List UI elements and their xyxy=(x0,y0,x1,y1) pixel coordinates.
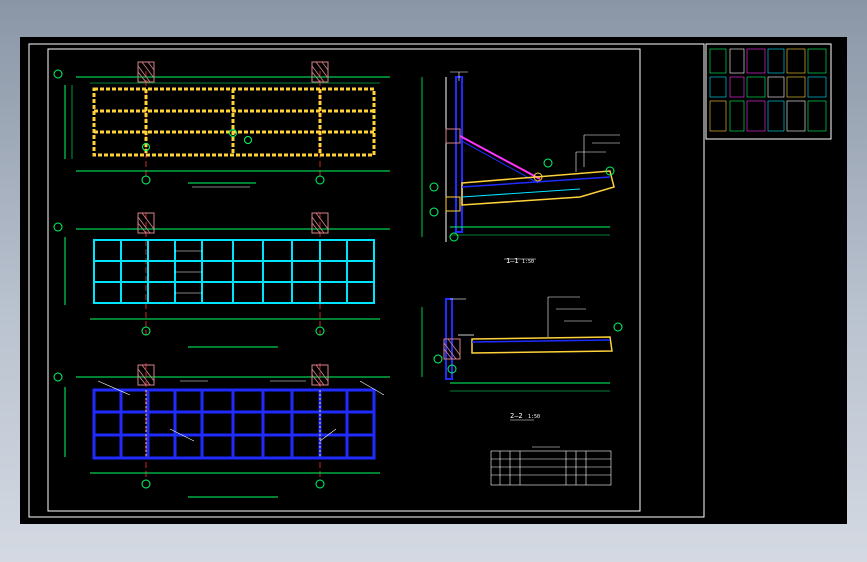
axis-bubble-icon xyxy=(53,69,63,79)
section-2-2-scale: 1:50 xyxy=(528,414,540,420)
section-1-1-title: 1—1 xyxy=(506,257,519,265)
axis-bubble-icon xyxy=(429,182,439,192)
section-2-2-detail[interactable]: 2—2 1:50 xyxy=(421,296,623,421)
axis-bubble-icon xyxy=(449,232,459,242)
axis-bubble-icon xyxy=(613,322,623,332)
axis-bubble-icon xyxy=(315,479,325,489)
plan-slab-layout[interactable] xyxy=(53,363,390,498)
axis-bubble-icon xyxy=(53,372,63,382)
cad-drawing: 1—1 1:50 2—2 1:50 xyxy=(28,43,832,518)
sheet-index-panel[interactable] xyxy=(705,43,832,140)
axis-bubble-icon xyxy=(141,479,151,489)
outer-frame xyxy=(28,43,705,518)
axis-bubble-icon xyxy=(244,136,252,144)
axis-bubble-icon xyxy=(141,175,151,185)
axis-bubble-icon xyxy=(315,175,325,185)
material-table[interactable] xyxy=(490,446,612,486)
axis-bubble-icon xyxy=(433,354,443,364)
inner-frame xyxy=(47,48,641,512)
column-hatch-icon xyxy=(445,128,461,144)
axis-bubble-icon xyxy=(543,158,553,168)
sheet-index-thumbnails[interactable] xyxy=(709,48,827,132)
section-1-1-detail[interactable]: 1—1 1:50 xyxy=(421,71,620,265)
plan-grid-layout[interactable] xyxy=(53,212,390,348)
plan-beam-layout[interactable] xyxy=(53,61,390,188)
axis-bubble-icon xyxy=(53,222,63,232)
section-1-1-scale: 1:50 xyxy=(522,259,534,265)
axis-bubble-icon xyxy=(429,207,439,217)
cad-viewport[interactable]: 1—1 1:50 2—2 1:50 xyxy=(20,37,847,524)
section-2-2-title: 2—2 xyxy=(510,412,523,420)
